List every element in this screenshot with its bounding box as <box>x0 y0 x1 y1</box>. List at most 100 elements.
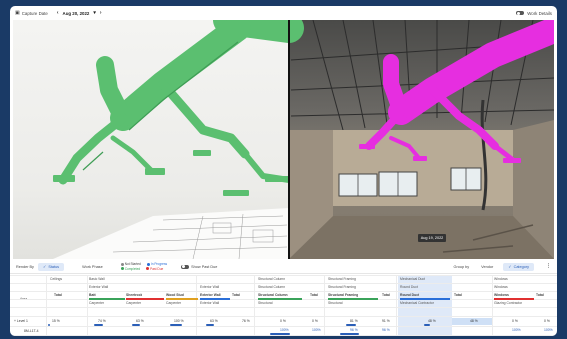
work-phase-label: Work Phase <box>82 264 103 269</box>
progress-grid: Area CeilingsBasic WallStructural Column… <box>10 275 557 336</box>
vendor-header: Carpenter <box>166 301 182 305</box>
activity-header: Total <box>232 293 240 297</box>
app-window: ▣ Capture Date ‹ Aug 20, 2022 ▾ › Work D… <box>10 6 557 336</box>
progress-cell: 0 % <box>512 319 518 323</box>
show-past-due-label: Show Past Due <box>191 264 218 269</box>
calendar-icon: ▣ <box>15 9 20 16</box>
split-viewer[interactable] <box>13 20 554 259</box>
progress-cell: 100 % <box>174 319 184 323</box>
legend-not-started: Not Started <box>120 262 141 266</box>
category-header: Ceilings <box>50 277 63 281</box>
activity-header: Wood Stud <box>166 293 184 297</box>
model-diffusers <box>53 150 289 196</box>
work-details-label: Work Details <box>527 10 552 16</box>
work-details-toggle[interactable]: Work Details <box>516 11 552 16</box>
subcategory-header: Exterior Wall <box>89 285 109 289</box>
viewer-illustration <box>53 20 554 259</box>
activity-header: Total <box>382 293 390 297</box>
vertical-ellipsis-icon[interactable]: ⋮ <box>546 264 551 269</box>
progress-cell: 100% <box>544 328 553 332</box>
activity-header: Round Duct <box>400 293 420 297</box>
category-header: Mechanical Duct <box>400 277 426 281</box>
activity-status-bar <box>89 298 125 300</box>
progress-cell: 63 % <box>136 319 144 323</box>
progress-cell: 48 % <box>428 319 436 323</box>
category-header: Structural Framing <box>328 277 356 281</box>
activity-status-bar <box>166 298 198 300</box>
subcategory-header: Exterior Wall <box>200 285 220 289</box>
row-label-level-1[interactable]: + Level 1 <box>14 319 28 323</box>
activity-header: Total <box>54 293 62 297</box>
split-divider-handle[interactable] <box>288 20 290 259</box>
activity-header: Structural Column <box>258 293 288 297</box>
toggle-switch-icon[interactable] <box>181 264 190 269</box>
vendor-header: Glazing Contractor <box>494 301 523 305</box>
capture-date-label: Capture Date <box>21 10 48 16</box>
capture-date-control[interactable]: ▣ Capture Date <box>15 9 48 16</box>
vendor-header: Structural <box>328 301 343 305</box>
category-button[interactable]: ✓ Category <box>503 262 534 271</box>
activity-header: Structural Framing <box>328 293 359 297</box>
progress-cell: 96 % <box>350 328 358 332</box>
photo-date-tag: Aug 19, 2022 <box>418 234 446 242</box>
activity-status-bar <box>126 298 164 300</box>
grid-column-line <box>46 275 47 336</box>
activity-header: Total <box>310 293 318 297</box>
grid-column-line <box>324 275 325 336</box>
activity-status-bar <box>328 298 378 300</box>
selected-date: Aug 20, 2022 <box>62 10 90 16</box>
grid-column-line <box>87 275 88 336</box>
activity-header: Total <box>536 293 544 297</box>
progress-cell: 48 % <box>470 319 478 323</box>
progress-cell: 81 % <box>350 319 358 323</box>
activity-header: Total <box>454 293 462 297</box>
activity-status-bar <box>494 298 534 300</box>
progress-cell: 100% <box>280 328 289 332</box>
chevron-right-icon[interactable]: › <box>100 10 102 16</box>
progress-cell: 76 % <box>242 319 250 323</box>
category-header: Windows <box>494 277 508 281</box>
date-selector[interactable]: ‹ Aug 20, 2022 ▾ › <box>57 10 102 16</box>
chevron-down-icon[interactable]: ▾ <box>93 10 96 16</box>
grid-row-line <box>10 283 557 284</box>
activity-header: Windows <box>494 293 509 297</box>
progress-cell: 74 % <box>98 319 106 323</box>
grid-column-line <box>492 275 493 336</box>
show-past-due-toggle[interactable]: Show Past Due <box>181 264 218 269</box>
vendor-header: Exterior Wall <box>200 301 220 305</box>
progress-cell: 100% <box>312 328 321 332</box>
progress-mark <box>48 324 50 326</box>
grid-row-line <box>10 275 557 276</box>
grid-row-line <box>10 291 557 292</box>
progress-cell: 63 % <box>210 319 218 323</box>
vendor-option[interactable]: Vendor <box>481 265 493 269</box>
progress-cell: 0 % <box>544 319 550 323</box>
status-button-label: Status <box>48 264 60 269</box>
grid-row-line <box>10 316 557 317</box>
activity-header: Exterior Wall <box>200 293 221 297</box>
vendor-header: Mechanical Contractor <box>400 301 434 305</box>
grid-row-line <box>10 326 557 327</box>
category-header: Structural Column <box>258 277 286 281</box>
progress-cell: 0 % <box>312 319 318 323</box>
chevron-left-icon[interactable]: ‹ <box>57 10 59 16</box>
model-duct <box>58 20 304 185</box>
render-by-label: Render By <box>16 264 34 269</box>
top-bar: ▣ Capture Date ‹ Aug 20, 2022 ▾ › Work D… <box>10 6 557 20</box>
progress-cell: 91 % <box>382 319 390 323</box>
subcategory-header: Windows <box>494 285 508 289</box>
legend-in-progress: In Progress <box>146 262 167 266</box>
activity-status-bar <box>258 298 302 300</box>
activity-status-bar <box>200 298 230 300</box>
toggle-switch-icon[interactable] <box>516 11 525 15</box>
progress-mark <box>206 324 214 326</box>
category-button-label: Category <box>513 264 529 269</box>
progress-mark <box>424 324 430 326</box>
category-header: Basic Wall <box>89 277 105 281</box>
status-button[interactable]: ✓ Status <box>37 262 65 271</box>
grid-column-line <box>196 275 197 336</box>
progress-cell: 100% <box>512 328 521 332</box>
progress-cell: 0 % <box>280 319 286 323</box>
row-label-area[interactable]: 8M-L1T-4 <box>24 329 39 333</box>
activity-header: Batt <box>89 293 96 297</box>
